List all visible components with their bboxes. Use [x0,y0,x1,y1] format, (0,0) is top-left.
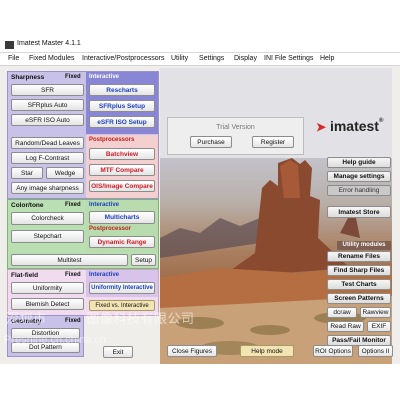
rescharts-button[interactable]: Rescharts [89,84,155,96]
menu-ini-file-settings[interactable]: INI File Settings [264,55,313,62]
menu-utility[interactable]: Utility [171,55,188,62]
multitest-button[interactable]: Multitest [11,254,128,266]
logo-mark-icon: ➤ [316,120,327,134]
rawview-button[interactable]: Rawview [360,307,391,318]
imatest-store-button[interactable]: Imatest Store [327,206,391,218]
colortone-postprocessor-header: Postprocessor [89,226,132,232]
logo-registered-mark: ® [378,118,384,124]
sharpness-fixed-label: Fixed [65,74,81,80]
dynamic-range-button[interactable]: Dynamic Range [89,236,155,248]
options-ii-button[interactable]: Options II [358,345,393,357]
uniformity-button[interactable]: Uniformity [11,282,84,294]
menu-settings[interactable]: Settings [199,55,224,62]
manage-settings-button[interactable]: Manage settings [327,171,391,182]
exit-button[interactable]: Exit [103,346,133,358]
utility-modules-label: Utility modules [337,241,391,250]
wedge-button[interactable]: Wedge [46,167,84,179]
multitest-setup-button[interactable]: Setup [131,254,156,266]
dcraw-button[interactable]: dcraw [327,307,357,318]
multicharts-button[interactable]: Multicharts [89,211,155,224]
close-figures-button[interactable]: Close Figures [167,345,217,357]
sharpness-title: Sharpness [11,74,45,81]
window-title: Imatest Master 4.1.1 [17,40,81,47]
menu-interactive-postprocessors[interactable]: Interactive/Postprocessors [82,55,164,62]
flatfield-title: Flat-field [11,272,39,279]
sharpness-postprocessors-header: Postprocessors [89,137,135,143]
register-button[interactable]: Register [252,136,294,148]
help-guide-button[interactable]: Help guide [327,157,391,168]
random-dead-leaves-button[interactable]: Random/Dead Leaves [11,137,84,149]
rename-files-button[interactable]: Rename Files [327,251,391,262]
sfrplus-auto-button[interactable]: SFRplus Auto [11,99,84,111]
stepchart-button[interactable]: Stepchart [11,230,84,243]
trial-version-title: Trial Version [216,124,255,131]
uniformity-interactive-button[interactable]: Uniformity Interactive [89,282,155,294]
menu-bar: File Fixed Modules Interactive/Postproce… [0,53,400,66]
read-raw-button[interactable]: Read Raw [327,321,364,332]
any-image-sharpness-button[interactable]: Any image sharpness [11,182,84,194]
sfr-button[interactable]: SFR [11,84,84,96]
title-bar: Imatest Master 4.1.1 [0,38,400,53]
esfr-iso-setup-button[interactable]: eSFR ISO Setup [89,116,155,128]
menu-display[interactable]: Display [234,55,257,62]
help-mode-button[interactable]: Help mode [240,345,294,357]
star-button[interactable]: Star [11,167,43,179]
sharpness-interactive-header: Interactive [89,74,120,80]
watermark-line2: Preshine.cn.china.cn [4,334,107,346]
batchview-button[interactable]: Batchview [89,148,155,160]
exif-button[interactable]: EXIF [367,321,391,332]
esfr-iso-auto-button[interactable]: eSFR ISO Auto [11,114,84,126]
find-sharp-files-button[interactable]: Find Sharp Files [327,265,391,276]
logo-text: imatest [329,118,379,134]
roi-options-button[interactable]: ROI Options [313,345,353,357]
menu-help[interactable]: Help [320,55,334,62]
log-f-contrast-button[interactable]: Log F-Contrast [11,152,84,164]
colortone-interactive-header: Interactive [89,202,120,208]
menu-fixed-modules[interactable]: Fixed Modules [29,55,75,62]
colortone-panel: Color/tone Fixed Interactive Postprocess… [7,199,159,269]
sfrplus-setup-button[interactable]: SFRplus Setup [89,100,155,112]
colortone-title: Color/tone [11,202,44,209]
purchase-button[interactable]: Purchase [190,136,232,148]
flatfield-interactive-header: Interactive [89,272,120,278]
colorcheck-button[interactable]: Colorcheck [11,212,84,225]
screen-patterns-button[interactable]: Screen Patterns [327,293,391,304]
test-charts-button[interactable]: Test Charts [327,279,391,290]
watermark-line1: 深圳市 图像科技有限公司 [6,311,195,326]
sharpness-panel: Sharpness Fixed Interactive Postprocesso… [7,71,159,199]
app-icon [5,41,14,49]
error-handling-button[interactable]: Error handling [327,185,391,196]
colortone-fixed-label: Fixed [65,202,81,208]
menu-file[interactable]: File [8,55,19,62]
imatest-logo: ➤ imatest® [316,118,383,134]
flatfield-fixed-label: Fixed [65,272,81,278]
trial-version-box: Trial Version Purchase Register [167,117,304,155]
mtf-compare-button[interactable]: MTF Compare [89,164,155,176]
ois-image-compare-button[interactable]: OIS/Image Compare [89,180,155,192]
